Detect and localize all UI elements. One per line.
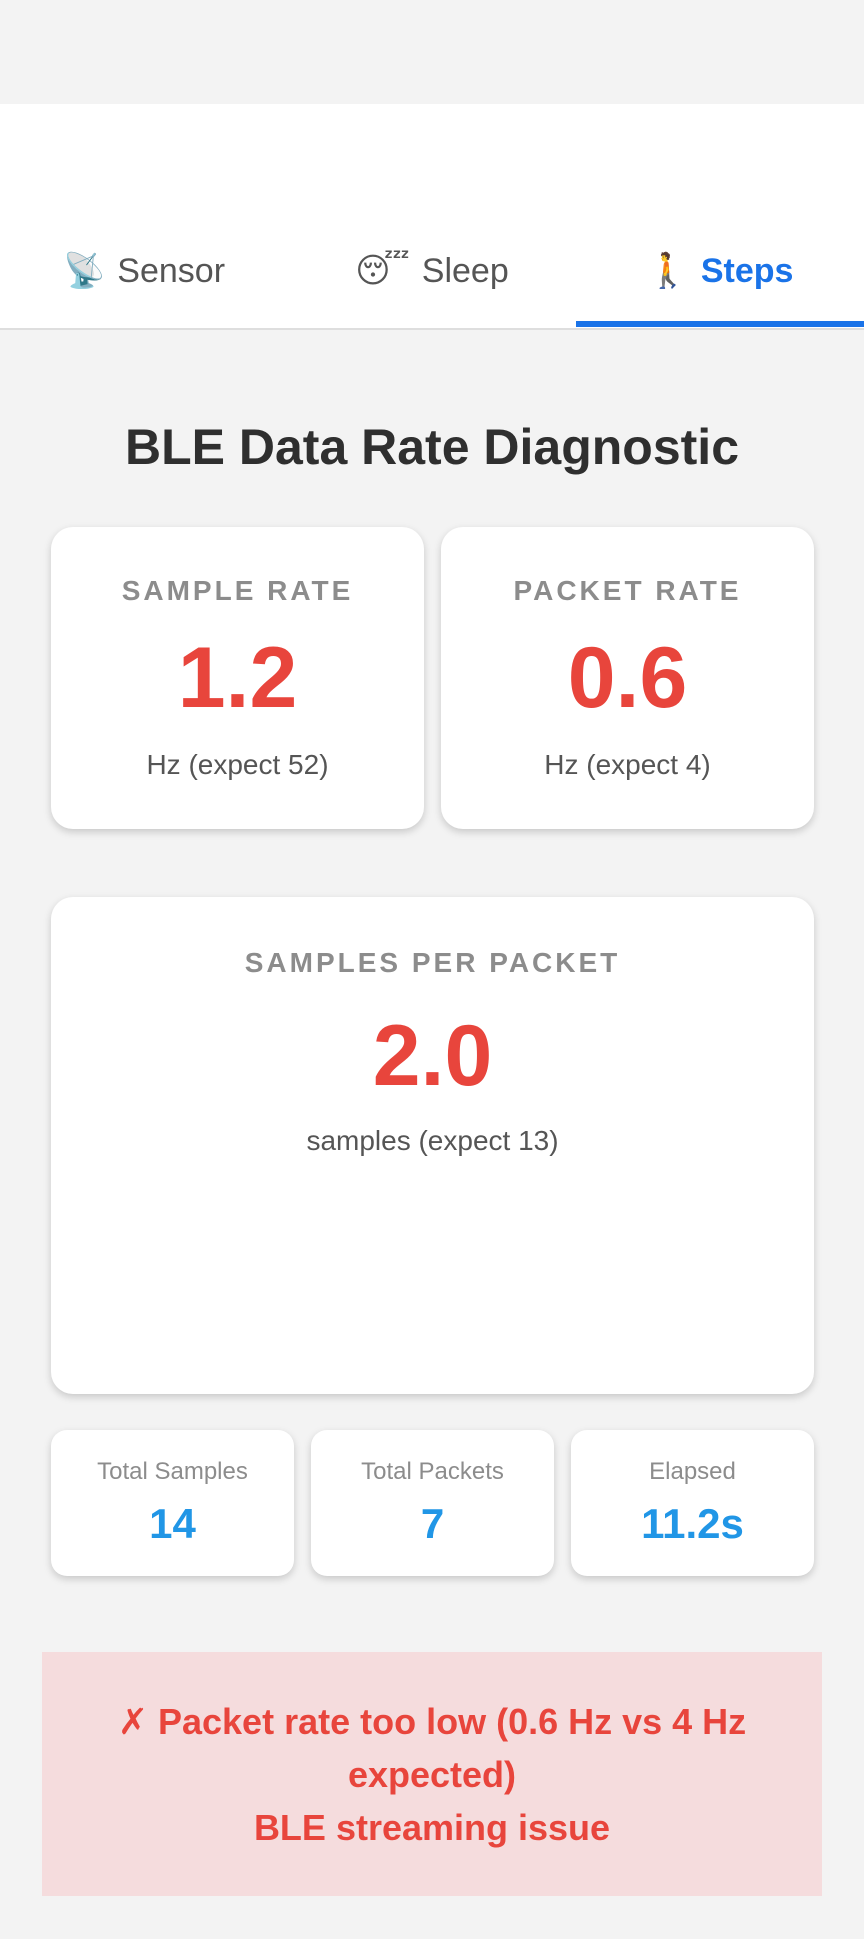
samples-per-packet-label: SAMPLES PER PACKET <box>244 947 621 978</box>
tab-label: Sleep <box>421 251 509 290</box>
sleeping-face-icon: 😴 <box>355 252 410 290</box>
total-samples-label: Total Samples <box>97 1458 248 1485</box>
samples-per-packet-card: SAMPLES PER PACKET 2.0 samples (expect 1… <box>51 897 814 1394</box>
samples-per-packet-value: 2.0 <box>372 1008 493 1104</box>
packet-rate-value: 0.6 <box>567 630 688 726</box>
walking-person-icon: 🚶 <box>646 252 689 290</box>
tab-label: Steps <box>700 251 794 290</box>
error-alert-text: ✗ Packet rate too low (0.6 Hz vs 4 Hz ex… <box>118 1695 746 1854</box>
packet-rate-sub: Hz (expect 4) <box>544 749 711 780</box>
total-samples-value: 14 <box>149 1500 196 1547</box>
sample-rate-value: 1.2 <box>177 630 298 726</box>
alert-line: expected) <box>347 1753 517 1795</box>
total-packets-label: Total Packets <box>361 1458 504 1485</box>
alert-line: BLE streaming issue <box>253 1806 611 1848</box>
packet-rate-label: PACKET RATE <box>513 575 742 606</box>
elapsed-value: 11.2s <box>641 1500 744 1547</box>
page-title: BLE Data Rate Diagnostic <box>124 419 739 475</box>
total-samples-stat: Total Samples 14 <box>51 1430 294 1576</box>
total-packets-stat: Total Packets 7 <box>311 1430 554 1576</box>
tab-steps[interactable]: 🚶 Steps <box>576 216 864 327</box>
tab-sensor[interactable]: 📡 Sensor <box>0 216 288 326</box>
packet-rate-card: PACKET RATE 0.6 Hz (expect 4) <box>441 527 814 829</box>
sample-rate-sub: Hz (expect 52) <box>146 749 329 780</box>
error-alert: ✗ Packet rate too low (0.6 Hz vs 4 Hz ex… <box>42 1652 822 1896</box>
sample-rate-label: SAMPLE RATE <box>121 575 354 606</box>
tab-bar: 📡 Sensor 😴 Sleep 🚶 Steps <box>0 216 864 327</box>
satellite-antenna-icon: 📡 <box>62 252 106 290</box>
tab-sleep[interactable]: 😴 Sleep <box>288 216 576 326</box>
elapsed-stat: Elapsed 11.2s <box>571 1430 814 1576</box>
alert-line: ✗ Packet rate too low (0.6 Hz vs 4 Hz <box>117 1700 747 1742</box>
total-packets-value: 7 <box>420 1500 445 1547</box>
tab-label: Sensor <box>117 251 226 290</box>
samples-per-packet-sub: samples (expect 13) <box>306 1125 559 1156</box>
sample-rate-card: SAMPLE RATE 1.2 Hz (expect 52) <box>51 527 424 829</box>
elapsed-label: Elapsed <box>649 1458 736 1485</box>
